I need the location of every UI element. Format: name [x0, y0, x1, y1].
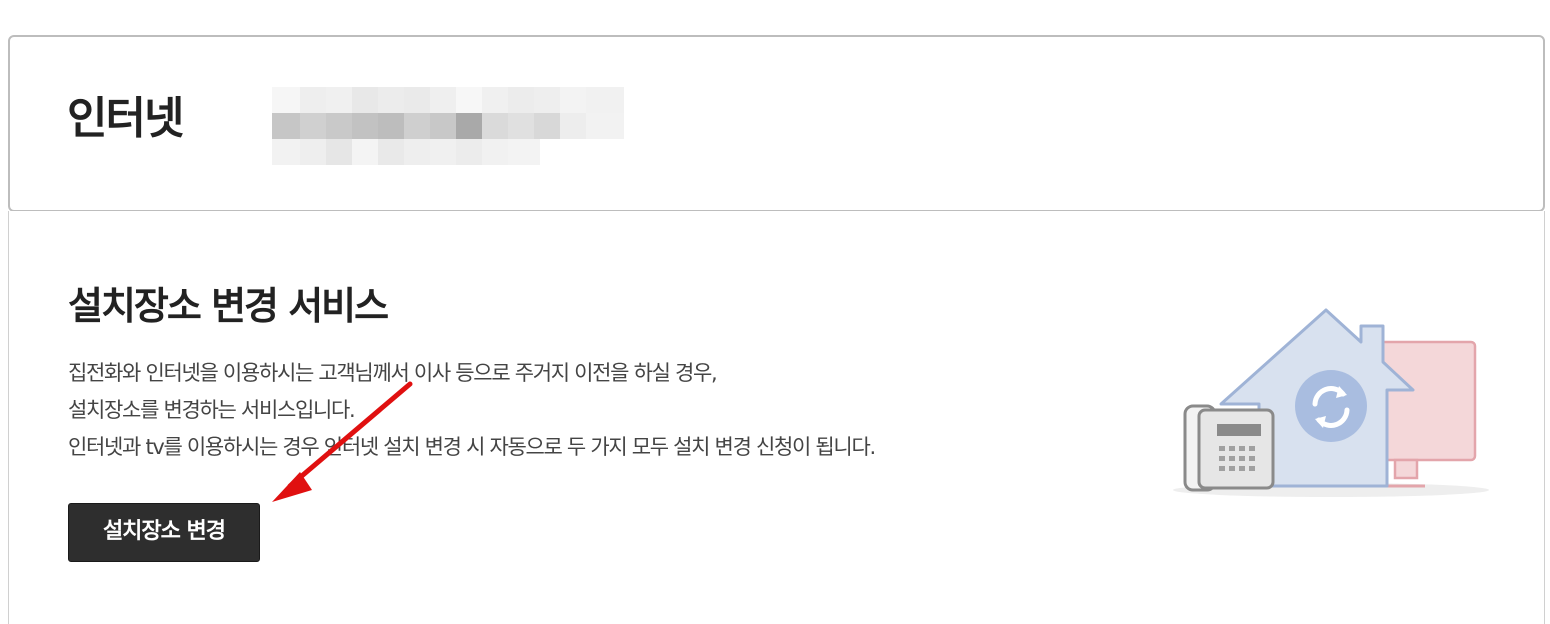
desk-phone-icon	[1183, 404, 1275, 492]
masked-account-info	[272, 87, 624, 167]
change-location-button[interactable]: 설치장소 변경	[68, 503, 260, 562]
house-phone-monitor-illustration	[1173, 308, 1489, 497]
description-line: 설치장소를 변경하는 서비스입니다.	[68, 398, 356, 422]
description-line: 인터넷과 tv를 이용하시는 경우 인터넷 설치 변경 시 자동으로 두 가지 …	[68, 435, 876, 459]
refresh-icon	[1295, 370, 1367, 442]
header-card: 인터넷	[8, 35, 1545, 212]
service-description: 집전화와 인터넷을 이용하시는 고객님께서 이사 등으로 주거지 이전을 하실 …	[68, 355, 1128, 466]
service-title: 설치장소 변경 서비스	[68, 284, 389, 328]
page: 인터넷 설치장소 변경 서비스 집전화와 인터넷을 이용하시는 고객님께서 이사…	[0, 0, 1550, 624]
service-category-title: 인터넷	[67, 93, 184, 144]
description-line: 집전화와 인터넷을 이용하시는 고객님께서 이사 등으로 주거지 이전을 하실 …	[68, 361, 718, 385]
